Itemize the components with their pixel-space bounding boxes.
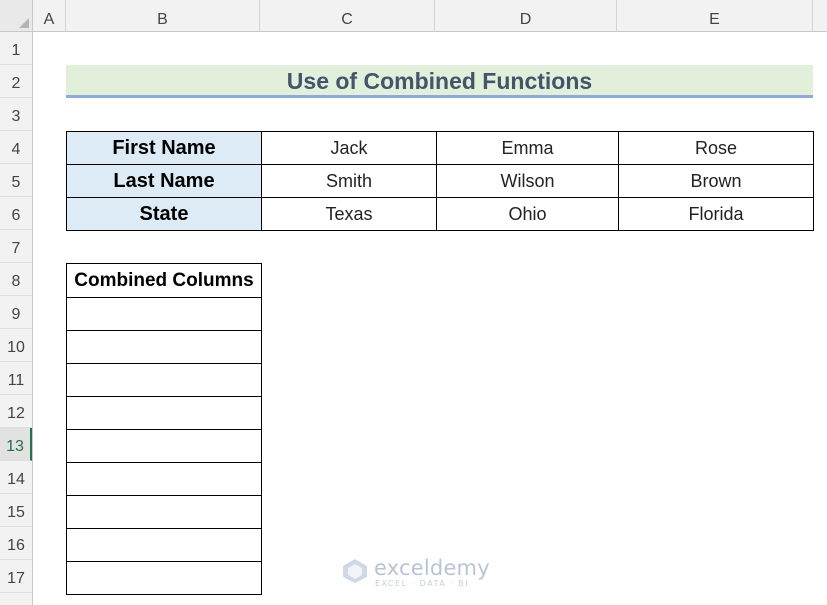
row-label-first-name[interactable]: First Name — [66, 131, 262, 165]
exceldemy-watermark: exceldemy EXCEL · DATA · BI — [342, 556, 492, 588]
combined-cell[interactable] — [66, 561, 262, 595]
select-all-corner[interactable] — [0, 0, 33, 32]
cell-last-name[interactable]: Smith — [261, 164, 437, 198]
combined-cell[interactable] — [66, 462, 262, 496]
watermark-name: exceldemy — [374, 556, 490, 580]
cell-first-name[interactable]: Emma — [436, 131, 619, 165]
row-header[interactable]: 6 — [0, 197, 32, 230]
sheet-title[interactable]: Use of Combined Functions — [66, 65, 813, 98]
row-header-active[interactable]: 13 — [0, 428, 32, 461]
row-label-last-name[interactable]: Last Name — [66, 164, 262, 198]
column-header-a[interactable]: A — [33, 0, 66, 31]
row-header[interactable]: 16 — [0, 527, 32, 560]
row-header[interactable]: 17 — [0, 560, 32, 593]
combined-cell[interactable] — [66, 495, 262, 529]
row-header[interactable]: 1 — [0, 32, 32, 65]
column-header-e[interactable]: E — [617, 0, 813, 31]
combined-cell[interactable] — [66, 396, 262, 430]
cell-state[interactable]: Texas — [261, 197, 437, 231]
cell-first-name[interactable]: Rose — [618, 131, 814, 165]
row-header[interactable]: 12 — [0, 395, 32, 428]
row-header[interactable]: 8 — [0, 263, 32, 296]
combined-cell[interactable] — [66, 429, 262, 463]
combined-cell[interactable] — [66, 297, 262, 331]
column-header-b[interactable]: B — [66, 0, 260, 31]
row-header[interactable]: 5 — [0, 164, 32, 197]
cell-last-name[interactable]: Brown — [618, 164, 814, 198]
row-header[interactable]: 3 — [0, 98, 32, 131]
combined-columns-table: Combined Columns — [66, 263, 262, 595]
combined-cell[interactable] — [66, 363, 262, 397]
cell-state[interactable]: Ohio — [436, 197, 619, 231]
combined-columns-header[interactable]: Combined Columns — [66, 263, 262, 298]
column-header-c[interactable]: C — [260, 0, 435, 31]
row-header[interactable]: 11 — [0, 362, 32, 395]
column-header-d[interactable]: D — [435, 0, 617, 31]
row-header[interactable]: 14 — [0, 461, 32, 494]
combined-cell[interactable] — [66, 528, 262, 562]
combined-cell[interactable] — [66, 330, 262, 364]
row-header[interactable]: 9 — [0, 296, 32, 329]
watermark-tagline: EXCEL · DATA · BI — [375, 579, 470, 588]
column-headers: A B C D E — [33, 0, 827, 32]
cell-first-name[interactable]: Jack — [261, 131, 437, 165]
exceldemy-logo-icon — [343, 559, 367, 583]
info-table: First Name Jack Emma Rose Last Name Smit… — [66, 131, 814, 231]
row-headers: 1 2 3 4 5 6 7 8 9 10 11 12 13 14 15 16 1… — [0, 32, 33, 605]
row-label-state[interactable]: State — [66, 197, 262, 231]
cell-last-name[interactable]: Wilson — [436, 164, 619, 198]
row-header[interactable]: 15 — [0, 494, 32, 527]
row-header[interactable]: 7 — [0, 230, 32, 263]
select-all-triangle-icon — [19, 18, 29, 28]
row-header[interactable]: 4 — [0, 131, 32, 164]
row-header[interactable]: 10 — [0, 329, 32, 362]
row-header[interactable]: 2 — [0, 65, 32, 98]
cell-state[interactable]: Florida — [618, 197, 814, 231]
